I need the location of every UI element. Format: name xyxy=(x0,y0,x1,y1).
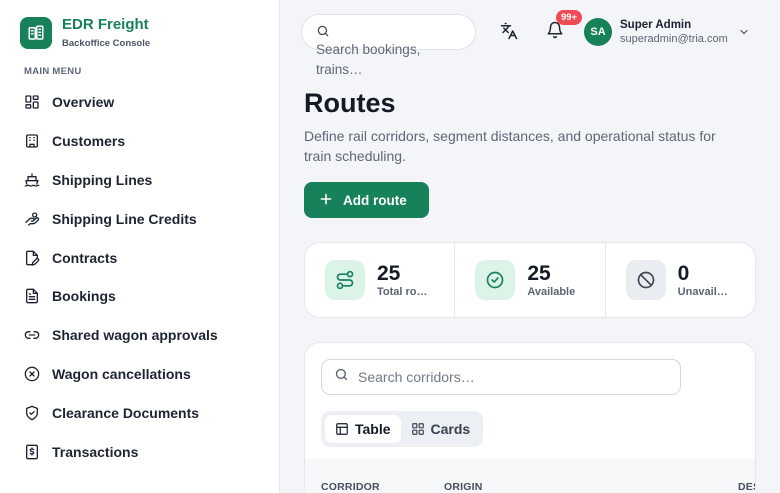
sidebar-item-overview[interactable]: Overview xyxy=(20,83,270,122)
page-title: Routes xyxy=(304,88,396,118)
shield-check-icon xyxy=(24,405,40,421)
stat-available: 25 Available xyxy=(455,243,606,317)
stat-label: Total ro… xyxy=(377,286,428,298)
user-name: Super Admin xyxy=(620,19,692,31)
avatar: SA xyxy=(584,18,612,46)
brand-subtitle: Backoffice Console xyxy=(62,38,151,49)
sidebar-item-label: Wagon cancellations xyxy=(52,365,191,382)
global-search-input[interactable]: Search bookings, trains… xyxy=(301,14,476,77)
stat-label: Available xyxy=(527,286,576,298)
sidebar-item-clearance-documents[interactable]: Clearance Documents xyxy=(20,393,270,432)
corridor-search-input[interactable] xyxy=(358,369,658,385)
sidebar-item-label: Shared wagon approvals xyxy=(52,327,218,344)
sidebar-item-label: Overview xyxy=(52,94,115,111)
chevron-down-icon xyxy=(738,25,750,43)
topbar: Search bookings, trains… 99+ SA Super Ad… xyxy=(280,0,780,80)
sidebar-item-customers[interactable]: Customers xyxy=(20,122,270,161)
translate-button[interactable] xyxy=(498,22,520,44)
sidebar-item-label: Transactions xyxy=(52,443,139,460)
sidebar-item-contracts[interactable]: Contracts xyxy=(20,238,270,277)
stat-unavailable: 0 Unavail… xyxy=(606,243,755,317)
global-search-placeholder: Search bookings, trains… xyxy=(316,42,421,77)
brand-logo-icon xyxy=(20,16,52,49)
sidebar-item-shipping-line-credits[interactable]: Shipping Line Credits xyxy=(20,199,270,238)
link-icon xyxy=(24,327,40,343)
table-icon xyxy=(335,422,349,436)
receipt-dollar-icon xyxy=(24,444,40,460)
view-table-button[interactable]: Table xyxy=(325,415,401,443)
sidebar-item-label: Clearance Documents xyxy=(52,404,200,421)
hand-coins-icon xyxy=(24,211,40,227)
sidebar-item-label: Bookings xyxy=(52,288,116,305)
sidebar-item-label: Contracts xyxy=(52,249,118,266)
corridor-search-field[interactable] xyxy=(321,359,681,395)
view-table-label: Table xyxy=(355,421,391,437)
menu-heading: MAIN MENU xyxy=(24,66,82,77)
user-email: superadmin@tria.com xyxy=(620,33,728,45)
main-menu: Overview Customers Shipping Lines Shippi… xyxy=(20,83,270,471)
view-cards-button[interactable]: Cards xyxy=(401,415,481,443)
stats-card: 25 Total ro… 25 Available 0 Unavail… xyxy=(304,242,756,318)
sidebar-item-label: Shipping Line Credits xyxy=(52,210,197,227)
brand-name: EDR Freight xyxy=(62,16,149,33)
routes-panel: Table Cards CORRIDOR ORIGIN DES xyxy=(304,342,756,493)
cards-grid-icon xyxy=(411,422,425,436)
view-toggle: Table Cards xyxy=(321,411,483,447)
building-icon xyxy=(24,133,40,149)
plus-icon xyxy=(319,190,333,210)
sidebar-item-shipping-lines[interactable]: Shipping Lines xyxy=(20,161,270,200)
column-header-destination[interactable]: DES xyxy=(738,481,755,493)
sidebar-item-label: Customers xyxy=(52,133,126,150)
ship-icon xyxy=(24,172,40,188)
stat-total-routes: 25 Total ro… xyxy=(305,243,456,317)
ban-icon xyxy=(625,260,666,300)
translate-icon xyxy=(500,22,518,45)
search-icon xyxy=(334,367,349,387)
brand[interactable]: EDR Freight Backoffice Console xyxy=(20,16,150,49)
page-description: Define rail corridors, segment distances… xyxy=(304,128,716,164)
column-header-origin[interactable]: ORIGIN xyxy=(444,481,483,493)
file-text-icon xyxy=(24,288,40,304)
stat-label: Unavail… xyxy=(677,286,728,298)
circle-x-icon xyxy=(24,366,40,382)
stat-value: 0 xyxy=(677,262,690,285)
user-menu[interactable]: SA Super Admin superadmin@tria.com xyxy=(584,18,750,46)
route-icon xyxy=(325,260,365,300)
stat-value: 25 xyxy=(527,262,551,285)
sidebar-item-shared-wagon-approvals[interactable]: Shared wagon approvals xyxy=(20,316,270,355)
grid-icon xyxy=(24,94,40,110)
sidebar-item-bookings[interactable]: Bookings xyxy=(20,277,270,316)
view-cards-label: Cards xyxy=(430,421,471,437)
file-pen-icon xyxy=(24,250,40,266)
stat-value: 25 xyxy=(377,262,401,285)
circle-check-icon xyxy=(475,260,516,300)
add-route-button[interactable]: Add route xyxy=(304,182,429,218)
column-header-corridor[interactable]: CORRIDOR xyxy=(321,481,380,493)
sidebar-item-transactions[interactable]: Transactions xyxy=(20,432,270,471)
sidebar-item-label: Shipping Lines xyxy=(52,171,153,188)
sidebar: EDR Freight Backoffice Console MAIN MENU… xyxy=(0,0,280,493)
notification-count-badge: 99+ xyxy=(556,10,582,25)
add-route-label: Add route xyxy=(343,192,407,208)
sidebar-item-wagon-cancellations[interactable]: Wagon cancellations xyxy=(20,355,270,394)
